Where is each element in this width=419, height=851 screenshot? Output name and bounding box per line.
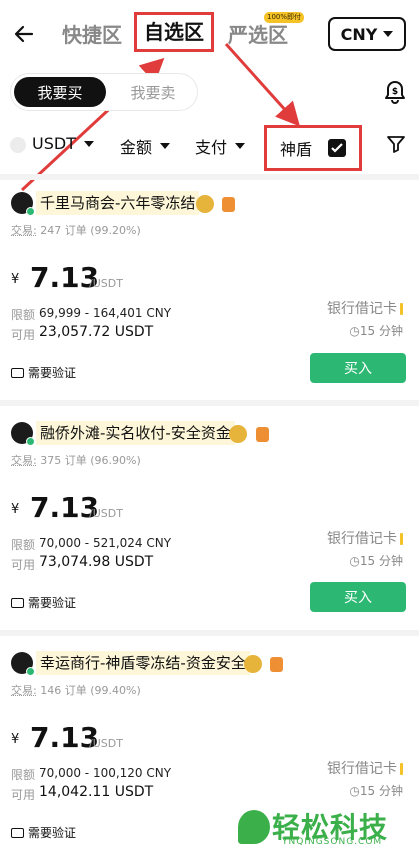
chevron-down-icon xyxy=(383,31,394,37)
tab-quick-zone[interactable]: 快捷区 xyxy=(62,18,122,52)
tab-self-select-zone[interactable]: 自选区 xyxy=(134,12,214,52)
bell-dollar-icon[interactable]: $ xyxy=(383,79,407,105)
merchant-stats: 交易: 375 订单 (96.90%) xyxy=(11,454,141,467)
divider xyxy=(0,174,419,180)
svg-text:$: $ xyxy=(392,87,398,97)
instant-pay-badge: 100%即付 xyxy=(264,12,305,23)
online-status-dot xyxy=(26,667,35,676)
limit-value: 70,000 - 521,024 CNY xyxy=(39,536,172,550)
watermark-subtitle: YNQINGSONG.COM xyxy=(282,837,383,847)
chevron-down-icon xyxy=(83,140,94,147)
checkbox-checked-icon[interactable] xyxy=(328,139,346,157)
id-card-icon xyxy=(11,827,24,838)
currency-symbol: ¥ xyxy=(11,272,20,287)
currency-symbol: ¥ xyxy=(11,502,20,517)
merchant-stats: 交易: 247 订单 (99.20%) xyxy=(11,224,141,237)
divider xyxy=(0,400,419,406)
price-unit: /USDT xyxy=(89,737,123,750)
buy-button[interactable]: 买入 xyxy=(310,582,406,612)
currency-label: CNY xyxy=(340,24,378,44)
verification-required: 需要验证 xyxy=(11,364,76,381)
shield-badge-icon xyxy=(222,197,235,212)
id-card-icon xyxy=(11,367,24,378)
verification-required: 需要验证 xyxy=(11,824,76,841)
divider xyxy=(0,630,419,636)
shield-filter[interactable]: 神盾 xyxy=(264,125,362,171)
coin-filter-label: USDT xyxy=(32,134,76,153)
merchant-name[interactable]: 幸运商行-神盾零冻结-资金安全 xyxy=(36,651,250,675)
coin-icon xyxy=(10,137,26,153)
payment-method: 银行借记卡 xyxy=(327,298,403,318)
chevron-down-icon xyxy=(160,143,171,149)
verification-required: 需要验证 xyxy=(11,594,76,611)
limit-value: 69,999 - 164,401 CNY xyxy=(39,306,172,320)
gold-merchant-badge-icon xyxy=(196,195,214,213)
gold-merchant-badge-icon xyxy=(244,655,262,673)
available-value: 14,042.11 USDT xyxy=(39,784,154,800)
chevron-down-icon xyxy=(235,143,246,149)
buy-toggle[interactable]: 我要买 xyxy=(14,77,106,107)
id-card-icon xyxy=(11,597,24,608)
limit-value: 70,000 - 100,120 CNY xyxy=(39,766,172,780)
tab-strict-zone[interactable]: 严选区 xyxy=(228,18,288,52)
available-value: 73,074.98 USDT xyxy=(39,554,154,570)
price-unit: /USDT xyxy=(89,277,123,290)
available-label: 可用 xyxy=(11,788,36,802)
merchant-name[interactable]: 千里马商会-六年零冻结 xyxy=(36,191,200,215)
payment-filter[interactable]: 支付 xyxy=(195,134,246,158)
payment-method: 银行借记卡 xyxy=(327,758,403,778)
price-unit: /USDT xyxy=(89,507,123,520)
shield-badge-icon xyxy=(270,657,283,672)
online-status-dot xyxy=(26,437,35,446)
amount-filter-label: 金额 xyxy=(120,138,153,157)
shield-badge-icon xyxy=(256,427,269,442)
shield-filter-label: 神盾 xyxy=(279,140,312,159)
merchant-name[interactable]: 融侨外滩-实名收付-安全资金 xyxy=(36,421,235,445)
online-status-dot xyxy=(26,207,35,216)
limit-label: 限额 xyxy=(11,538,36,552)
gold-merchant-badge-icon xyxy=(229,425,247,443)
coin-filter[interactable]: USDT xyxy=(32,134,94,153)
buy-button[interactable]: 买入 xyxy=(310,353,406,383)
available-value: 23,057.72 USDT xyxy=(39,324,154,340)
filter-funnel-icon[interactable] xyxy=(386,134,406,154)
sell-toggle[interactable]: 我要卖 xyxy=(112,77,194,107)
payment-method: 银行借记卡 xyxy=(327,528,403,548)
available-label: 可用 xyxy=(11,558,36,572)
limit-label: 限额 xyxy=(11,768,36,782)
watermark-logo-icon xyxy=(238,810,270,844)
currency-select[interactable]: CNY xyxy=(328,17,406,51)
amount-filter[interactable]: 金额 xyxy=(120,134,171,158)
payment-time: ◷15 分钟 xyxy=(349,784,403,798)
payment-time: ◷15 分钟 xyxy=(349,554,403,568)
payment-filter-label: 支付 xyxy=(195,138,228,157)
available-label: 可用 xyxy=(11,328,36,342)
payment-time: ◷15 分钟 xyxy=(349,324,403,338)
merchant-stats: 交易: 146 订单 (99.40%) xyxy=(11,684,141,697)
back-arrow-icon[interactable] xyxy=(12,22,36,46)
limit-label: 限额 xyxy=(11,308,36,322)
currency-symbol: ¥ xyxy=(11,732,20,747)
